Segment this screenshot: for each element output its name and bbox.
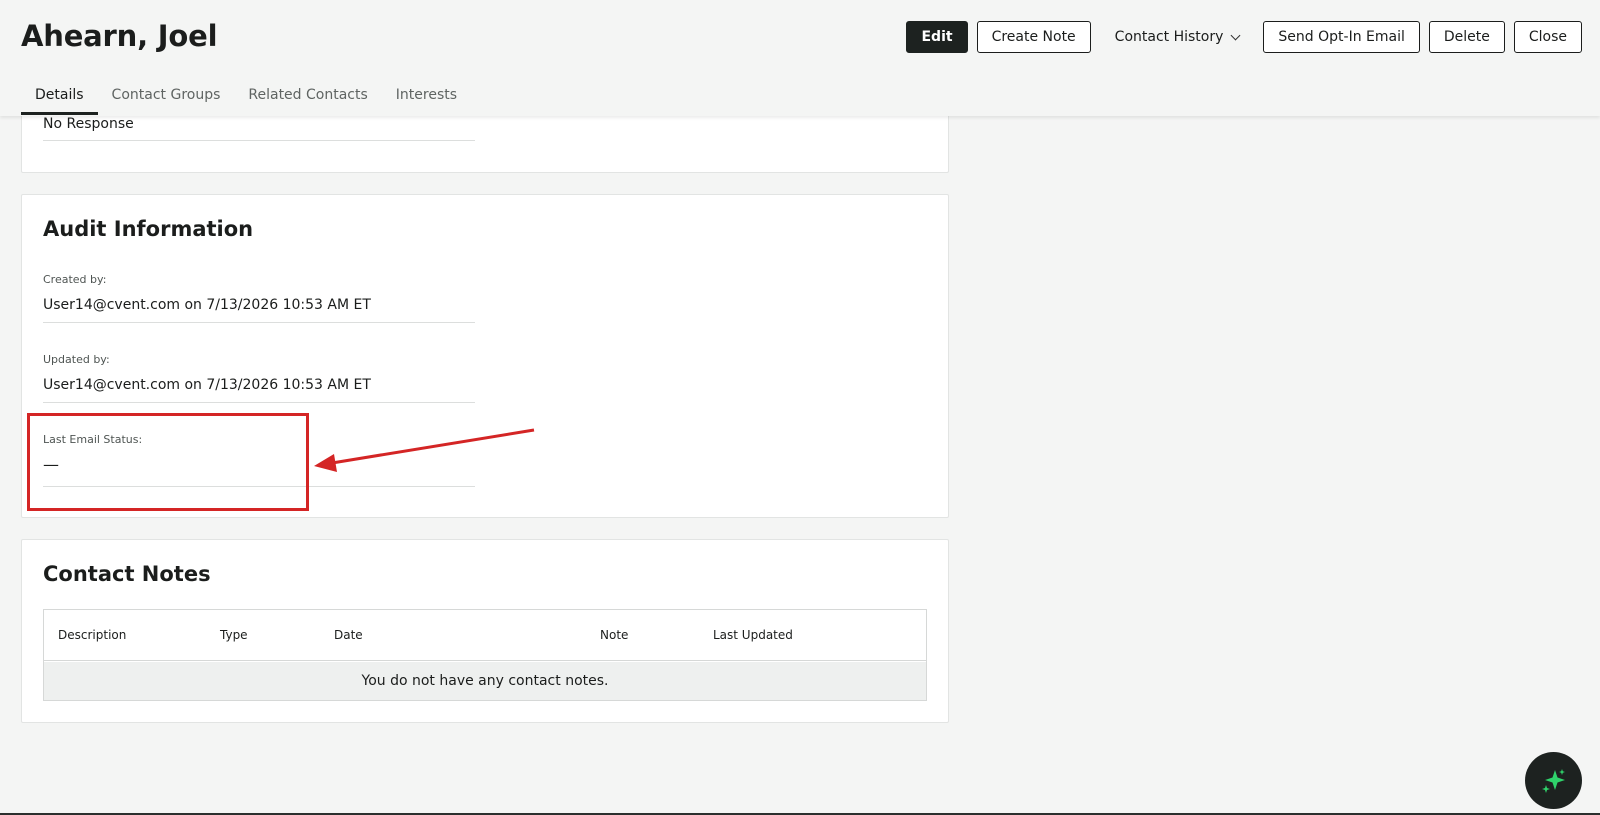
page-header: Ahearn, Joel Edit Create Note Contact Hi… <box>0 0 1600 116</box>
create-note-button[interactable]: Create Note <box>976 21 1091 53</box>
contact-history-dropdown[interactable]: Contact History <box>1100 21 1255 53</box>
contact-history-label: Contact History <box>1114 29 1224 45</box>
send-opt-in-email-button[interactable]: Send Opt-In Email <box>1263 21 1420 53</box>
tab-contact-groups[interactable]: Contact Groups <box>98 84 235 115</box>
edit-button[interactable]: Edit <box>906 21 968 53</box>
tab-related-contacts[interactable]: Related Contacts <box>234 84 381 115</box>
chevron-down-icon <box>1230 30 1241 40</box>
page-title: Ahearn, Joel <box>21 19 218 53</box>
tab-interests[interactable]: Interests <box>382 84 471 115</box>
close-button[interactable]: Close <box>1513 21 1582 53</box>
sparkle-icon <box>1541 768 1565 793</box>
ai-assistant-button[interactable] <box>1525 752 1582 809</box>
delete-button[interactable]: Delete <box>1428 21 1505 53</box>
annotation-arrow <box>314 428 535 472</box>
header-actions: Edit Create Note Contact History Send Op… <box>897 21 1582 53</box>
tab-details[interactable]: Details <box>21 84 98 115</box>
tab-bar: Details Contact Groups Related Contacts … <box>21 84 471 116</box>
